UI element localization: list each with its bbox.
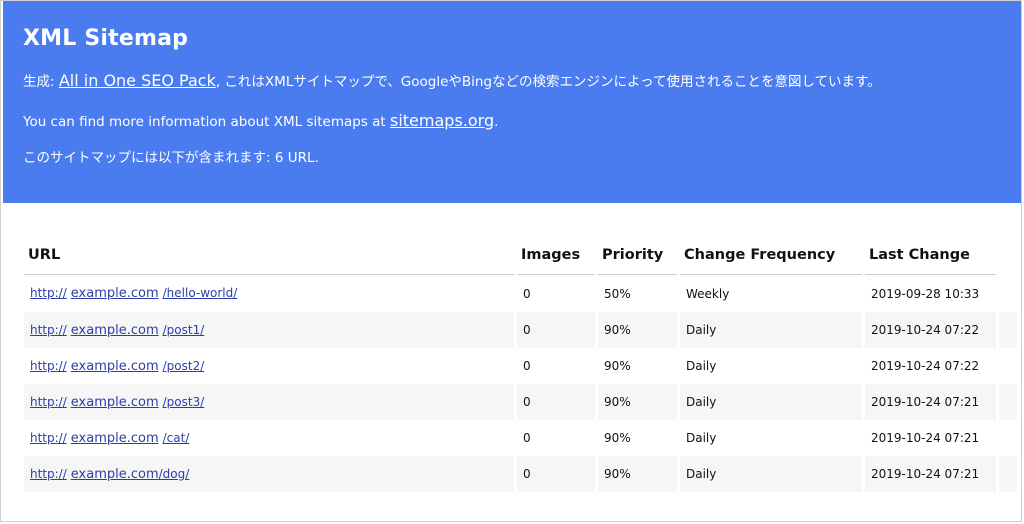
priority-cell: 90% [598, 384, 677, 420]
url-cell: http://example.com/post2/ [24, 348, 514, 384]
last-change-cell: 2019-10-24 07:21 [865, 456, 996, 492]
table-header-row: URL Images Priority Change Frequency Las… [24, 235, 1017, 275]
url-scheme: http:// [30, 394, 67, 409]
url-host: example.com [70, 358, 159, 374]
url-path: /post3/ [162, 394, 205, 409]
last-change-cell: 2019-09-28 10:33 [871, 286, 980, 301]
priority-cell: 90% [604, 431, 631, 445]
priority-cell: 90% [598, 312, 677, 348]
priority-cell: 90% [604, 359, 631, 373]
header-banner: XML Sitemap 生成: All in One SEO Pack, これは… [3, 1, 1021, 203]
last-change-cell: 2019-10-24 07:22 [865, 312, 996, 348]
spacer-cell [999, 275, 1017, 312]
url-host: example.com [70, 322, 159, 338]
url-host: example.com [70, 430, 159, 446]
url-scheme: http:// [30, 430, 67, 445]
url-cell: http://example.com/dog/ [24, 456, 514, 492]
url-scheme: http:// [30, 322, 67, 337]
url-path: /post2/ [162, 358, 205, 373]
table-row: http://example.com/cat/ 0 90% Daily 2019… [24, 420, 1017, 456]
images-cell: 0 [523, 431, 531, 445]
url-path: /post1/ [162, 322, 205, 337]
table-row: http://example.com/post1/ 0 90% Daily 20… [24, 312, 1017, 348]
spacer-cell [999, 348, 1017, 384]
aioseo-link[interactable]: All in One SEO Pack [59, 71, 216, 90]
url-scheme: http:// [30, 286, 67, 300]
table-row: http://example.com/post2/ 0 90% Daily 20… [24, 348, 1017, 384]
spacer-cell [999, 420, 1017, 456]
url-cell: http://example.com/hello-world/ [24, 275, 514, 312]
url-path: /cat/ [162, 430, 190, 445]
change-frequency-cell: Weekly [686, 286, 730, 301]
last-change-cell: 2019-10-24 07:21 [865, 384, 996, 420]
sitemap-table: URL Images Priority Change Frequency Las… [21, 235, 1020, 492]
table-row: http://example.com/hello-world/ 0 50% We… [24, 275, 1017, 312]
url-host: example.com [70, 286, 159, 301]
table-row: http://example.com/post3/ 0 90% Daily 20… [24, 384, 1017, 420]
images-cell: 0 [517, 456, 595, 492]
generator-suffix: , これはXMLサイトマップで、GoogleやBingなどの検索エンジンによって… [215, 74, 881, 90]
info-prefix: You can find more information about XML … [23, 114, 390, 130]
url-scheme: http:// [30, 466, 67, 481]
url-host: example.com [70, 394, 159, 410]
priority-cell: 50% [604, 286, 631, 301]
change-frequency-cell: Daily [680, 384, 862, 420]
change-frequency-cell: Daily [686, 431, 717, 445]
url-link[interactable]: http://example.com/hello-world/ [30, 286, 238, 301]
url-cell: http://example.com/post1/ [24, 312, 514, 348]
url-path: /dog/ [158, 466, 190, 481]
col-header-last-change: Last Change [865, 235, 996, 275]
priority-cell: 90% [598, 456, 677, 492]
url-path: /hello-world/ [162, 286, 238, 300]
url-link[interactable]: http://example.com/post3/ [30, 394, 205, 410]
images-cell: 0 [523, 359, 531, 373]
url-count-line: このサイトマップには以下が含まれます: 6 URL. [23, 150, 319, 166]
sitemaps-org-link[interactable]: sitemaps.org [390, 111, 494, 130]
spacer-cell [999, 384, 1017, 420]
last-change-cell: 2019-10-24 07:22 [871, 359, 980, 373]
info-suffix: . [494, 114, 499, 130]
col-header-change-frequency: Change Frequency [680, 235, 862, 275]
images-cell: 0 [517, 312, 595, 348]
change-frequency-cell: Daily [680, 456, 862, 492]
page-title: XML Sitemap [23, 26, 189, 51]
change-frequency-cell: Daily [686, 359, 717, 373]
change-frequency-cell: Daily [680, 312, 862, 348]
url-link[interactable]: http://example.com/dog/ [30, 466, 190, 482]
url-cell: http://example.com/post3/ [24, 384, 514, 420]
col-header-priority: Priority [598, 235, 677, 275]
spacer-cell [999, 456, 1017, 492]
col-header-url: URL [24, 235, 514, 275]
spacer-cell [999, 312, 1017, 348]
url-host: example.com [70, 466, 159, 482]
page-frame: XML Sitemap 生成: All in One SEO Pack, これは… [0, 0, 1022, 522]
url-link[interactable]: http://example.com/cat/ [30, 430, 190, 446]
col-header-images: Images [517, 235, 595, 275]
url-cell: http://example.com/cat/ [24, 420, 514, 456]
generator-line: 生成: All in One SEO Pack, これはXMLサイトマップで、G… [23, 70, 881, 90]
col-header-spacer [999, 235, 1017, 275]
images-cell: 0 [523, 286, 531, 301]
table-row: http://example.com/dog/ 0 90% Daily 2019… [24, 456, 1017, 492]
last-change-cell: 2019-10-24 07:21 [871, 431, 980, 445]
generator-prefix: 生成: [23, 74, 59, 90]
url-link[interactable]: http://example.com/post1/ [30, 322, 205, 338]
url-link[interactable]: http://example.com/post2/ [30, 358, 205, 374]
info-line: You can find more information about XML … [23, 111, 498, 130]
url-scheme: http:// [30, 358, 67, 373]
sitemap-table-wrap: URL Images Priority Change Frequency Las… [24, 235, 1017, 492]
images-cell: 0 [517, 384, 595, 420]
